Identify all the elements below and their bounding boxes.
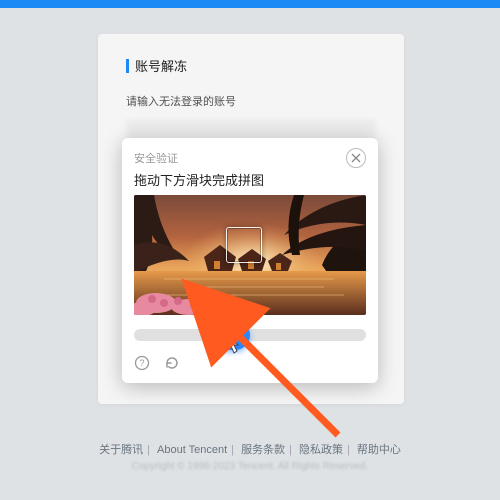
help-icon[interactable]: ? xyxy=(134,355,150,371)
captcha-header: 安全验证 xyxy=(134,150,178,166)
captcha-tools: ? xyxy=(134,355,366,371)
puzzle-target-slot xyxy=(226,227,262,263)
captcha-dialog: 安全验证 拖动下方滑块完成拼图 xyxy=(122,138,378,383)
captcha-image xyxy=(134,195,366,315)
slider-track[interactable] xyxy=(134,329,366,341)
captcha-instruction: 拖动下方滑块完成拼图 xyxy=(134,170,366,189)
refresh-icon[interactable] xyxy=(164,355,180,371)
svg-text:?: ? xyxy=(139,358,144,368)
slider-handle[interactable] xyxy=(208,320,250,350)
close-icon[interactable] xyxy=(346,148,366,168)
